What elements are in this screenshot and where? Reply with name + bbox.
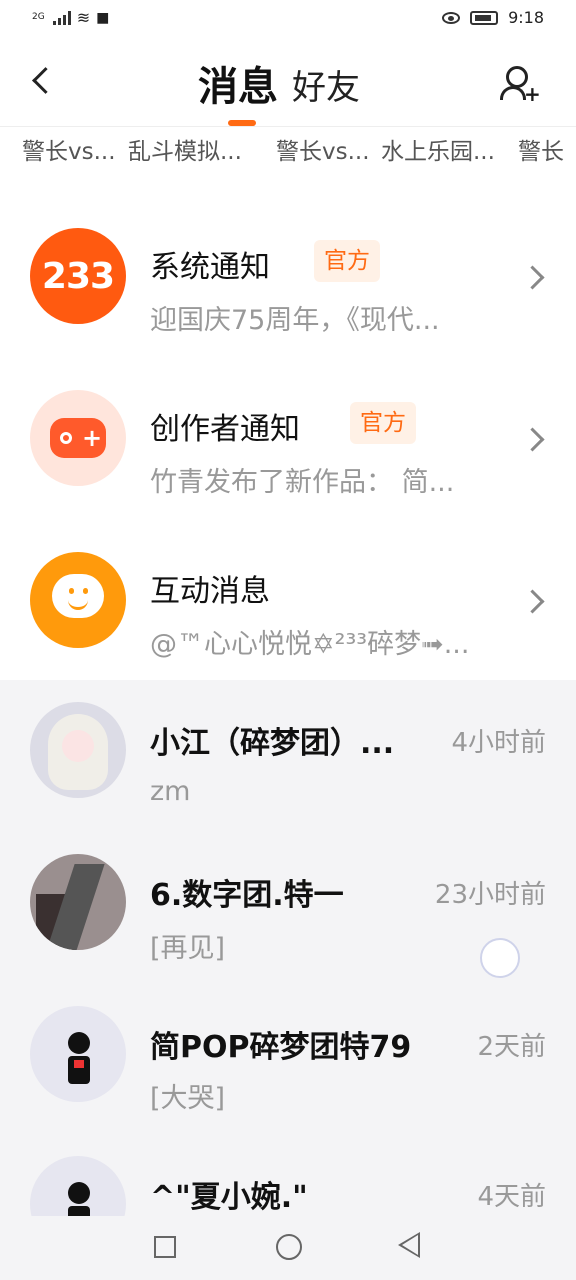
interaction-avatar xyxy=(30,552,126,648)
item-subtitle: @™心心悦悦✡²³³碎梦➟... xyxy=(150,629,470,660)
game-tag[interactable]: 警长 xyxy=(518,132,564,166)
avatar-bow xyxy=(74,1060,84,1068)
conversation-item[interactable]: ^"夏小婉." 4天前 xyxy=(0,1146,576,1216)
message-time: 2天前 xyxy=(477,1032,546,1062)
home-button[interactable] xyxy=(276,1234,302,1260)
official-badge: 官方 xyxy=(350,402,416,444)
contact-name: 简POP碎梦团特79 xyxy=(150,1030,412,1065)
last-message: [再见] xyxy=(150,933,226,964)
avatar xyxy=(30,854,126,950)
avatar xyxy=(30,702,126,798)
last-message: zm xyxy=(150,776,191,807)
avatar xyxy=(30,1006,126,1102)
item-title: 系统通知 xyxy=(150,250,270,285)
header-divider xyxy=(0,126,576,127)
floating-circle-button[interactable] xyxy=(480,938,520,978)
avatar xyxy=(30,1156,126,1216)
recent-apps-button[interactable] xyxy=(154,1236,176,1258)
system-nav-bar xyxy=(0,1216,576,1280)
video-icon: ■ xyxy=(96,9,110,26)
gamepad-icon: + xyxy=(50,418,106,458)
status-right: 9:18 xyxy=(442,8,544,27)
status-left: 2G ≋ ■ xyxy=(32,8,109,27)
wifi-icon: ≋ xyxy=(76,8,91,27)
item-title: 创作者通知 xyxy=(150,412,300,447)
creator-notice-avatar: + xyxy=(30,390,126,486)
add-user-icon-body xyxy=(500,86,526,100)
system-notice-item[interactable]: 233 系统通知 官方 迎国庆75周年，《现代... xyxy=(0,200,576,350)
chevron-right-icon xyxy=(520,427,545,452)
plus-icon: + xyxy=(524,82,541,106)
signal-icon xyxy=(52,10,71,25)
conversation-item[interactable]: 小江（碎梦团）... 4小时前 zm xyxy=(0,690,576,840)
official-badge: 官方 xyxy=(314,240,380,282)
tab-friends[interactable]: 好友 xyxy=(292,60,360,109)
tab-messages[interactable]: 消息 xyxy=(198,54,278,112)
game-tag[interactable]: 水上乐园... xyxy=(381,132,495,166)
eye-icon xyxy=(442,11,461,24)
battery-icon xyxy=(470,10,499,25)
header: 消息 好友 + xyxy=(0,40,576,126)
game-tags-row: 警长vs... 乱斗模拟... 警长vs... 水上乐园... 警长 xyxy=(0,130,576,166)
message-time: 23小时前 xyxy=(434,880,546,910)
status-bar: 2G ≋ ■ 9:18 xyxy=(0,0,576,40)
back-button[interactable] xyxy=(24,62,64,102)
game-tag[interactable]: 乱斗模拟... xyxy=(128,132,242,166)
chevron-right-icon xyxy=(520,265,545,290)
game-tag[interactable]: 警长vs... xyxy=(276,132,370,166)
network-type: 2G xyxy=(32,12,45,22)
contact-name: 6.数字团.特一 xyxy=(150,878,344,913)
creator-notice-item[interactable]: + 创作者通知 官方 竹青发布了新作品： 简... xyxy=(0,360,576,510)
nav-back-button[interactable] xyxy=(398,1232,420,1258)
avatar-dress xyxy=(68,1206,90,1216)
avatar-face xyxy=(62,730,94,762)
item-subtitle: 竹青发布了新作品： 简... xyxy=(150,467,455,498)
clock: 9:18 xyxy=(508,8,544,27)
logo-233: 233 xyxy=(41,255,115,297)
game-tag[interactable]: 警长vs... xyxy=(22,132,116,166)
chevron-right-icon xyxy=(520,589,545,614)
avatar-head xyxy=(68,1182,90,1204)
chat-bubble-icon xyxy=(52,574,104,618)
system-notice-avatar: 233 xyxy=(30,228,126,324)
last-message: [大哭] xyxy=(150,1083,226,1114)
contact-name: ^"夏小婉." xyxy=(150,1180,308,1215)
add-friend-button[interactable]: + xyxy=(496,60,541,106)
item-subtitle: 迎国庆75周年，《现代... xyxy=(150,305,440,336)
contact-name: 小江（碎梦团）... xyxy=(150,726,395,761)
interaction-messages-item[interactable]: 互动消息 @™心心悦悦✡²³³碎梦➟... xyxy=(0,520,576,670)
avatar-head xyxy=(68,1032,90,1054)
message-time: 4天前 xyxy=(477,1182,546,1212)
message-time: 4小时前 xyxy=(451,728,546,758)
item-title: 互动消息 xyxy=(150,574,270,609)
conversation-item[interactable]: 简POP碎梦团特79 2天前 [大哭] xyxy=(0,994,576,1144)
